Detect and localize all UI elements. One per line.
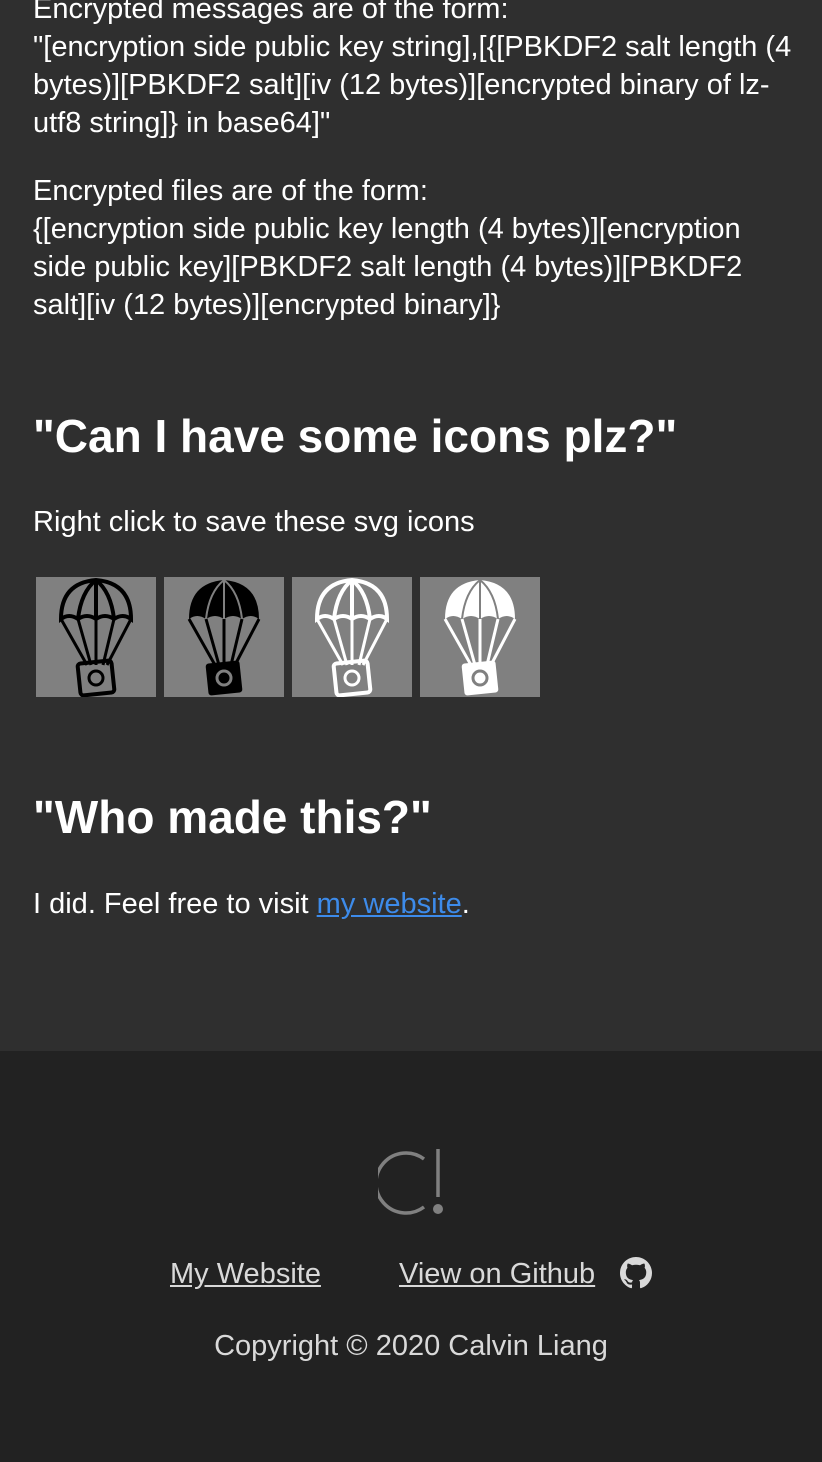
- github-icon[interactable]: [620, 1257, 652, 1289]
- parachute-black-outline-icon[interactable]: [36, 577, 156, 697]
- parachute-white-outline-icon[interactable]: [292, 577, 412, 697]
- messages-format-paragraph: Encrypted messages are of the form: "[en…: [33, 0, 792, 139]
- icon-gallery: [36, 577, 540, 697]
- parachute-black-solid-icon[interactable]: [164, 577, 284, 697]
- chat-exclamation-logo-icon: [378, 1149, 443, 1215]
- files-format-paragraph: Encrypted files are of the form: {[encry…: [33, 175, 743, 321]
- who-text-after: .: [461, 888, 470, 920]
- main-content: Encrypted messages are of the form: "[en…: [0, 0, 822, 1051]
- footer-my-website-link[interactable]: My Website: [170, 1255, 321, 1293]
- icons-heading: "Can I have some icons plz?": [33, 410, 678, 462]
- icons-description: Right click to save these svg icons: [33, 506, 475, 538]
- parachute-white-solid-icon[interactable]: [420, 577, 540, 697]
- footer: My Website View on Github Copyright © 20…: [0, 1051, 822, 1462]
- format-description: Encrypted messages are of the form: "[en…: [33, 0, 793, 324]
- copyright: Copyright © 2020 Calvin Liang: [214, 1330, 608, 1362]
- who-paragraph: I did. Feel free to visit my website.: [33, 885, 470, 923]
- who-heading: "Who made this?": [33, 791, 432, 843]
- footer-github-link[interactable]: View on Github: [399, 1255, 595, 1293]
- my-website-inline-link[interactable]: my website: [317, 888, 462, 920]
- who-text-before: I did. Feel free to visit: [33, 888, 317, 920]
